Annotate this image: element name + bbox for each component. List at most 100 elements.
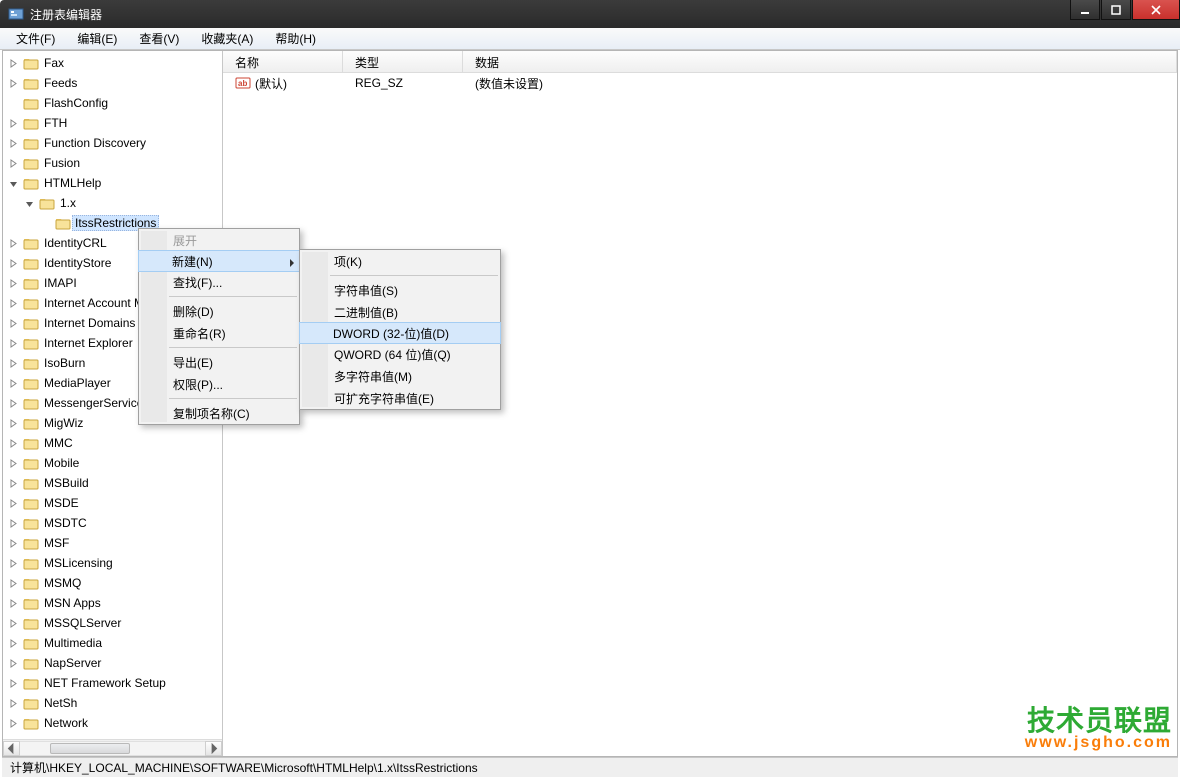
scroll-right-arrow[interactable] bbox=[205, 741, 222, 756]
menu-item[interactable]: QWORD (64 位)值(Q) bbox=[300, 343, 500, 365]
menu-item[interactable]: 字符串值(S) bbox=[300, 279, 500, 301]
expander-icon[interactable] bbox=[7, 477, 19, 489]
expander-icon[interactable] bbox=[7, 137, 19, 149]
tree-item-msf[interactable]: MSF bbox=[3, 533, 222, 553]
tree-item-network[interactable]: Network bbox=[3, 713, 222, 733]
expander-icon[interactable] bbox=[7, 537, 19, 549]
expander-icon[interactable] bbox=[23, 197, 35, 209]
tree-item-msmq[interactable]: MSMQ bbox=[3, 573, 222, 593]
expander-icon[interactable] bbox=[7, 237, 19, 249]
tree-item-msn-apps[interactable]: MSN Apps bbox=[3, 593, 222, 613]
menu-item[interactable]: 新建(N) bbox=[138, 250, 300, 272]
col-name[interactable]: 名称 bbox=[223, 51, 343, 72]
menu-item[interactable]: 删除(D) bbox=[139, 300, 299, 322]
expander-icon[interactable] bbox=[7, 497, 19, 509]
tree-item-napserver[interactable]: NapServer bbox=[3, 653, 222, 673]
tree-item-net-framework-setup[interactable]: NET Framework Setup bbox=[3, 673, 222, 693]
cell-data: (数值未设置) bbox=[463, 73, 1177, 94]
menu-item[interactable]: 导出(E) bbox=[139, 351, 299, 373]
expander-icon[interactable] bbox=[7, 697, 19, 709]
expander-icon[interactable] bbox=[7, 437, 19, 449]
menu-help[interactable]: 帮助(H) bbox=[265, 28, 326, 49]
expander-icon[interactable] bbox=[7, 357, 19, 369]
expander-icon[interactable] bbox=[7, 637, 19, 649]
tree-item-mmc[interactable]: MMC bbox=[3, 433, 222, 453]
expander-icon[interactable] bbox=[7, 557, 19, 569]
expander-none bbox=[7, 97, 19, 109]
menu-item[interactable]: 重命名(R) bbox=[139, 322, 299, 344]
folder-icon bbox=[23, 576, 39, 590]
menu-item[interactable]: 项(K) bbox=[300, 250, 500, 272]
list-row[interactable]: ab (默认) REG_SZ (数值未设置) bbox=[223, 73, 1177, 93]
tree-item-label: MigWiz bbox=[43, 416, 84, 430]
scroll-track[interactable] bbox=[20, 741, 205, 756]
tree-item-msde[interactable]: MSDE bbox=[3, 493, 222, 513]
expander-icon[interactable] bbox=[7, 77, 19, 89]
menu-item[interactable]: DWORD (32-位)值(D) bbox=[299, 322, 501, 344]
expander-icon[interactable] bbox=[7, 597, 19, 609]
expander-icon[interactable] bbox=[7, 157, 19, 169]
menu-item[interactable]: 可扩充字符串值(E) bbox=[300, 387, 500, 409]
expander-icon[interactable] bbox=[7, 177, 19, 189]
folder-icon bbox=[23, 336, 39, 350]
expander-icon[interactable] bbox=[7, 257, 19, 269]
context-menu-new[interactable]: 项(K) 字符串值(S)二进制值(B)DWORD (32-位)值(D)QWORD … bbox=[299, 249, 501, 410]
tree-item-label: NetSh bbox=[43, 696, 78, 710]
expander-icon[interactable] bbox=[7, 677, 19, 689]
string-value-icon: ab bbox=[235, 75, 251, 91]
context-menu-key[interactable]: 展开新建(N)查找(F)...删除(D)重命名(R)导出(E)权限(P)...复… bbox=[138, 228, 300, 425]
tree-item-1-x[interactable]: 1.x bbox=[3, 193, 222, 213]
minimize-button[interactable] bbox=[1070, 0, 1100, 20]
tree-item-mobile[interactable]: Mobile bbox=[3, 453, 222, 473]
menu-favorites[interactable]: 收藏夹(A) bbox=[191, 28, 263, 49]
tree-item-flashconfig[interactable]: FlashConfig bbox=[3, 93, 222, 113]
tree-item-feeds[interactable]: Feeds bbox=[3, 73, 222, 93]
horizontal-scrollbar[interactable] bbox=[3, 739, 222, 756]
menu-item[interactable]: 多字符串值(M) bbox=[300, 365, 500, 387]
tree-item-msdtc[interactable]: MSDTC bbox=[3, 513, 222, 533]
expander-icon[interactable] bbox=[7, 297, 19, 309]
col-type[interactable]: 类型 bbox=[343, 51, 463, 72]
menu-edit[interactable]: 编辑(E) bbox=[67, 28, 127, 49]
close-button[interactable] bbox=[1132, 0, 1180, 20]
tree-item-htmlhelp[interactable]: HTMLHelp bbox=[3, 173, 222, 193]
scroll-thumb[interactable] bbox=[50, 743, 130, 754]
folder-icon bbox=[23, 176, 39, 190]
tree-item-fax[interactable]: Fax bbox=[3, 53, 222, 73]
expander-icon[interactable] bbox=[7, 337, 19, 349]
folder-icon bbox=[23, 276, 39, 290]
menu-item[interactable]: 查找(F)... bbox=[139, 271, 299, 293]
tree-item-mslicensing[interactable]: MSLicensing bbox=[3, 553, 222, 573]
folder-icon bbox=[23, 456, 39, 470]
menu-view[interactable]: 查看(V) bbox=[129, 28, 189, 49]
menu-item[interactable]: 复制项名称(C) bbox=[139, 402, 299, 424]
menu-item[interactable]: 权限(P)... bbox=[139, 373, 299, 395]
expander-icon[interactable] bbox=[7, 117, 19, 129]
expander-icon[interactable] bbox=[7, 577, 19, 589]
tree-item-mssqlserver[interactable]: MSSQLServer bbox=[3, 613, 222, 633]
expander-icon[interactable] bbox=[7, 457, 19, 469]
tree-item-label: Network bbox=[43, 716, 89, 730]
expander-icon[interactable] bbox=[7, 717, 19, 729]
menu-item[interactable]: 二进制值(B) bbox=[300, 301, 500, 323]
expander-icon[interactable] bbox=[7, 57, 19, 69]
expander-icon[interactable] bbox=[7, 417, 19, 429]
expander-icon[interactable] bbox=[7, 657, 19, 669]
expander-icon[interactable] bbox=[7, 617, 19, 629]
tree-item-fusion[interactable]: Fusion bbox=[3, 153, 222, 173]
expander-icon[interactable] bbox=[7, 317, 19, 329]
tree-item-netsh[interactable]: NetSh bbox=[3, 693, 222, 713]
expander-icon[interactable] bbox=[7, 377, 19, 389]
expander-icon[interactable] bbox=[7, 517, 19, 529]
expander-icon[interactable] bbox=[7, 277, 19, 289]
tree-item-fth[interactable]: FTH bbox=[3, 113, 222, 133]
maximize-button[interactable] bbox=[1101, 0, 1131, 20]
menu-file[interactable]: 文件(F) bbox=[6, 28, 65, 49]
tree-item-msbuild[interactable]: MSBuild bbox=[3, 473, 222, 493]
expander-icon[interactable] bbox=[7, 397, 19, 409]
folder-icon bbox=[23, 616, 39, 630]
col-data[interactable]: 数据 bbox=[463, 51, 1177, 72]
tree-item-function-discovery[interactable]: Function Discovery bbox=[3, 133, 222, 153]
scroll-left-arrow[interactable] bbox=[3, 741, 20, 756]
tree-item-multimedia[interactable]: Multimedia bbox=[3, 633, 222, 653]
